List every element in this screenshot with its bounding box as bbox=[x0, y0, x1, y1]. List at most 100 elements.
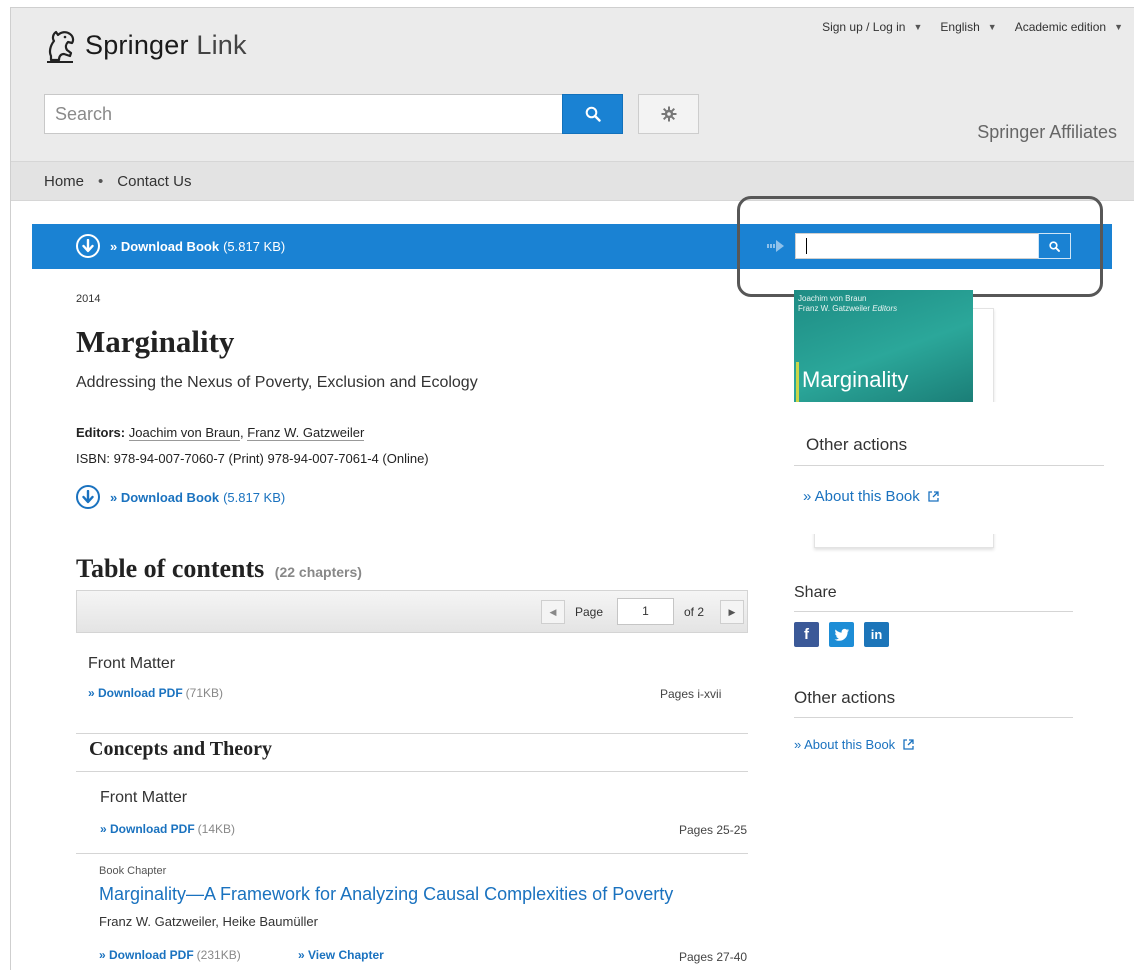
brand-springer: Springer bbox=[85, 29, 189, 60]
download-book-link-label: » Download Book bbox=[110, 489, 220, 505]
search-icon bbox=[585, 106, 601, 122]
divider bbox=[794, 717, 1073, 718]
cover-editor-1: Joachim von Braun bbox=[798, 294, 867, 303]
part-title: Concepts and Theory bbox=[89, 738, 272, 760]
page-number-input[interactable]: 1 bbox=[617, 598, 674, 625]
book-editors: Editors: Joachim von Braun, Franz W. Gat… bbox=[76, 425, 365, 441]
signup-login-menu[interactable]: Sign up / Log in ▼ bbox=[822, 20, 922, 34]
chevron-right-icon: ▶ bbox=[728, 606, 736, 617]
editor-link-1[interactable]: Joachim von Braun bbox=[128, 425, 241, 441]
download-book-size: (5.817 KB) bbox=[223, 238, 286, 254]
external-link-icon bbox=[928, 491, 939, 502]
download-pdf-link[interactable]: » Download PDF (71KB) bbox=[88, 686, 223, 700]
springer-horse-icon bbox=[47, 30, 75, 63]
highlight-box bbox=[737, 196, 1103, 297]
download-pdf-label: » Download PDF bbox=[88, 686, 183, 700]
editors-label: Editors: bbox=[76, 425, 126, 440]
breadcrumb-contact-us[interactable]: Contact Us bbox=[117, 173, 191, 190]
twitter-icon[interactable] bbox=[829, 622, 854, 647]
linkedin-icon[interactable]: in bbox=[864, 622, 889, 647]
facebook-icon[interactable]: f bbox=[794, 622, 819, 647]
page-label: Page bbox=[575, 605, 604, 619]
view-chapter-link[interactable]: » View Chapter bbox=[298, 948, 384, 962]
toc-heading-text: Table of contents bbox=[76, 554, 265, 583]
chevron-down-icon: ▼ bbox=[987, 22, 997, 32]
about-this-book-link[interactable]: » About this Book bbox=[794, 737, 914, 752]
editor-separator: , bbox=[240, 425, 244, 440]
breadcrumb: Home • Contact Us bbox=[11, 161, 1134, 201]
book-cover-image[interactable]: Joachim von Braun Franz W. Gatzweiler Ed… bbox=[794, 290, 973, 402]
search-placeholder: Search bbox=[55, 103, 113, 124]
toc-heading: Table of contents (22 chapters) bbox=[76, 554, 362, 584]
external-link-icon bbox=[903, 739, 914, 750]
toc-item-title: Front Matter bbox=[100, 789, 188, 806]
book-subtitle: Addressing the Nexus of Poverty, Exclusi… bbox=[76, 374, 478, 391]
springer-link-logo[interactable]: Springer Link bbox=[43, 26, 247, 64]
about-this-book-label: » About this Book bbox=[794, 737, 896, 752]
other-actions-heading: Other actions bbox=[806, 435, 908, 454]
site-header: Springer Link Sign up / Log in ▼ English… bbox=[11, 8, 1134, 161]
publication-year: 2014 bbox=[76, 293, 101, 305]
page-total: of 2 bbox=[684, 605, 705, 619]
cover-stripe bbox=[796, 362, 799, 402]
cover-editor-2: Franz W. Gatzweiler Editors bbox=[798, 304, 898, 313]
page-range: Pages 25-25 bbox=[679, 823, 748, 837]
pdf-size: (231KB) bbox=[196, 948, 241, 962]
edition-label: Academic edition bbox=[1014, 20, 1107, 34]
download-pdf-label: » Download PDF bbox=[100, 822, 195, 836]
browser-page: Springer Link Sign up / Log in ▼ English… bbox=[10, 7, 1134, 970]
download-icon bbox=[76, 485, 100, 509]
download-pdf-link[interactable]: » Download PDF (231KB) bbox=[99, 948, 241, 962]
download-book-button[interactable]: » Download Book (5.817 KB) bbox=[76, 234, 285, 258]
pdf-size: (71KB) bbox=[185, 686, 224, 700]
divider bbox=[794, 611, 1073, 612]
chapter-authors: Franz W. Gatzweiler, Heike Baumüller bbox=[99, 914, 318, 929]
search-options-button[interactable] bbox=[638, 94, 699, 134]
page-range: Pages i-xvii bbox=[660, 687, 722, 701]
search-input[interactable]: Search bbox=[44, 94, 564, 134]
edition-menu[interactable]: Academic edition ▼ bbox=[1015, 20, 1123, 34]
language-menu[interactable]: English ▼ bbox=[940, 20, 996, 34]
download-pdf-link[interactable]: » Download PDF (14KB) bbox=[100, 822, 235, 836]
about-this-book-link[interactable]: » About this Book bbox=[803, 488, 939, 505]
breadcrumb-home[interactable]: Home bbox=[44, 173, 84, 190]
download-book-link[interactable]: » Download Book (5.817 KB) bbox=[76, 485, 285, 509]
top-navigation: Sign up / Log in ▼ English ▼ Academic ed… bbox=[822, 20, 1123, 34]
previous-page-button[interactable]: ◀ bbox=[541, 600, 565, 624]
content-type-label: Book Chapter bbox=[99, 865, 167, 877]
cover-editors: Joachim von Braun Franz W. Gatzweiler Ed… bbox=[798, 294, 897, 314]
pdf-size: (14KB) bbox=[197, 822, 236, 836]
brand-name: Springer Link bbox=[85, 30, 247, 61]
chapter-title-link[interactable]: Marginality—A Framework for Analyzing Ca… bbox=[99, 884, 673, 905]
download-book-link-size: (5.817 KB) bbox=[223, 489, 286, 505]
editor-link-2[interactable]: Franz W. Gatzweiler bbox=[247, 425, 365, 441]
book-title: Marginality bbox=[76, 324, 235, 359]
cover-title: Marginality bbox=[802, 367, 909, 392]
toc-pager: ◀ Page 1 of 2 ▶ bbox=[76, 590, 748, 633]
signup-login-label: Sign up / Log in bbox=[822, 20, 906, 34]
springer-affiliates-link[interactable]: Springer Affiliates bbox=[977, 122, 1117, 143]
download-icon bbox=[76, 234, 100, 258]
about-this-book-label: » About this Book bbox=[803, 488, 920, 505]
other-actions-overlay-panel bbox=[794, 402, 1104, 534]
brand-link: Link bbox=[196, 29, 247, 60]
toc-item-title: Front Matter bbox=[88, 655, 176, 672]
language-label: English bbox=[940, 20, 980, 34]
breadcrumb-separator: • bbox=[98, 172, 104, 190]
download-book-label: » Download Book bbox=[110, 238, 220, 254]
chevron-left-icon: ◀ bbox=[549, 606, 557, 617]
chevron-down-icon: ▼ bbox=[1114, 22, 1123, 32]
gear-icon bbox=[661, 106, 676, 122]
chevron-down-icon: ▼ bbox=[913, 22, 923, 32]
next-page-button[interactable]: ▶ bbox=[720, 600, 744, 624]
page-range: Pages 27-40 bbox=[679, 950, 748, 964]
divider bbox=[76, 733, 748, 734]
download-pdf-label: » Download PDF bbox=[99, 948, 194, 962]
search-button[interactable] bbox=[562, 94, 623, 134]
view-chapter-label: » View Chapter bbox=[298, 948, 384, 962]
divider bbox=[76, 771, 748, 772]
social-share-buttons: f in bbox=[794, 622, 889, 647]
book-isbn: ISBN: 978-94-007-7060-7 (Print) 978-94-0… bbox=[76, 451, 429, 466]
other-actions-heading: Other actions bbox=[794, 688, 896, 707]
divider bbox=[794, 465, 1104, 466]
